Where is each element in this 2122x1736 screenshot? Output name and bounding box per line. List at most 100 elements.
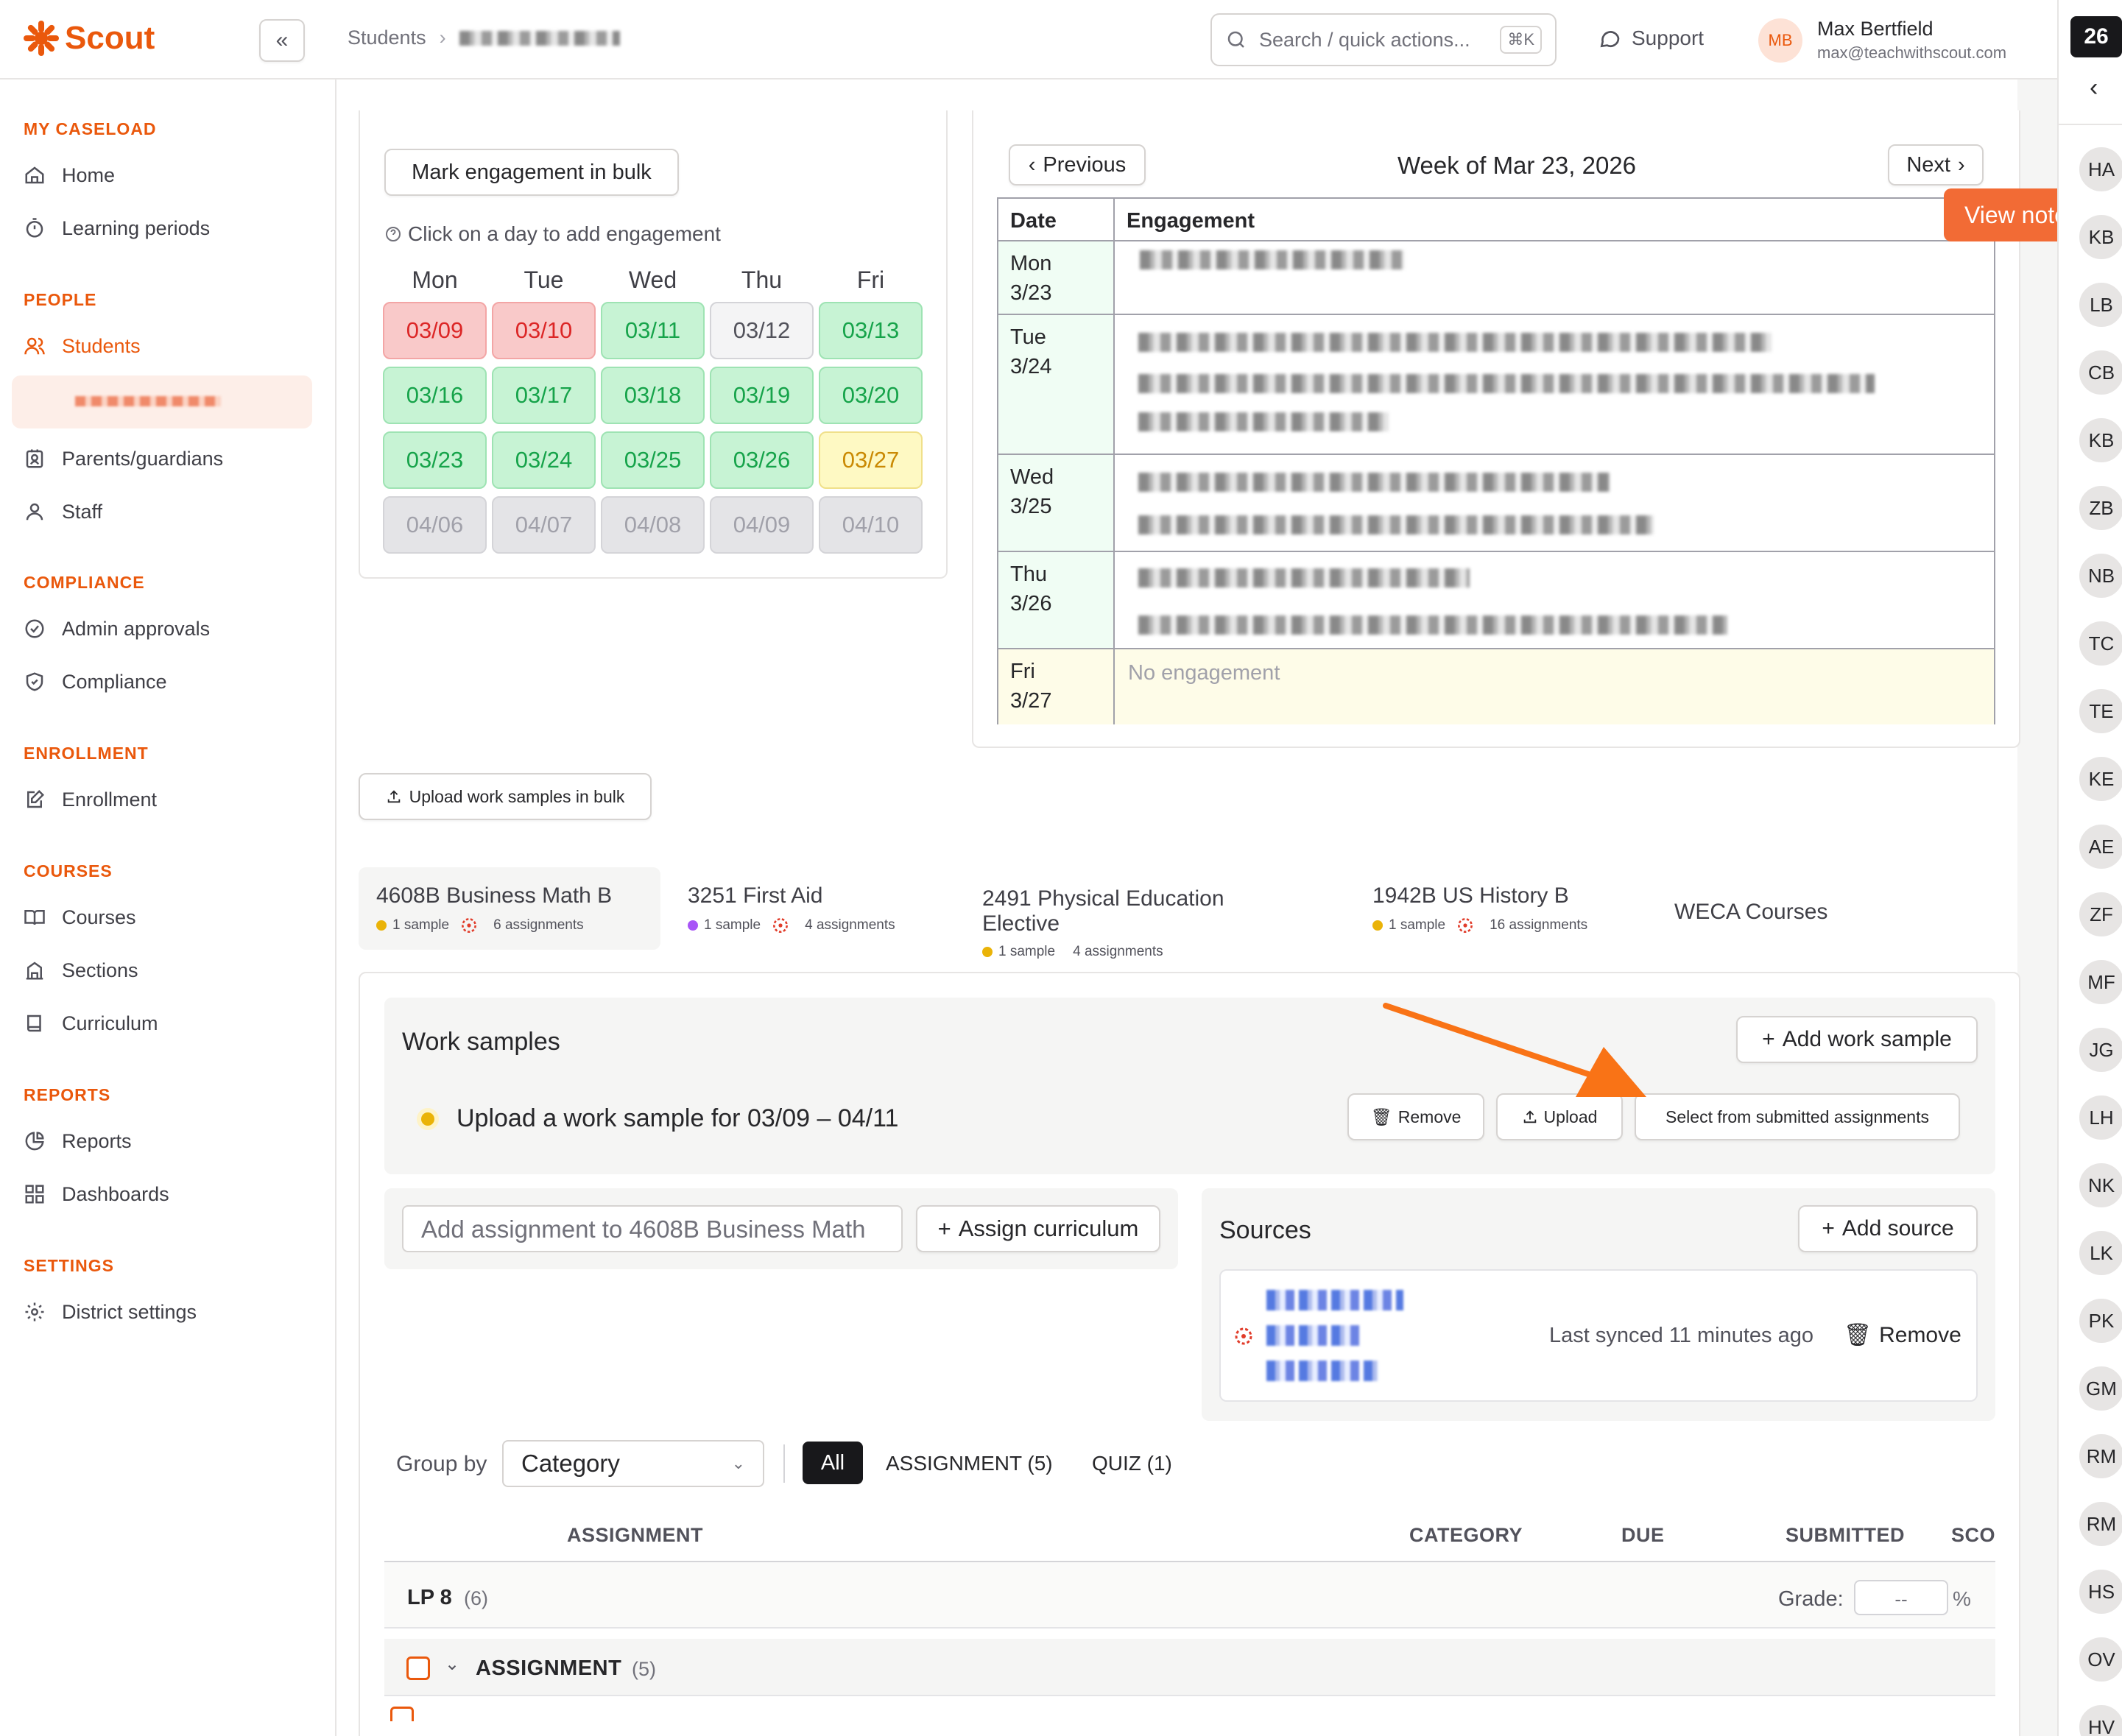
remove-source-button[interactable]: 🗑︎ Remove	[1844, 1322, 1961, 1348]
sidebar-item-staff[interactable]: Staff	[24, 497, 102, 526]
student-avatar[interactable]: HA	[2078, 146, 2122, 193]
column-assignment[interactable]: ASSIGNMENT	[567, 1524, 703, 1547]
filter-assignment-button[interactable]: ASSIGNMENT (5)	[886, 1452, 1053, 1475]
chevron-left-icon[interactable]: ‹	[2090, 74, 2098, 102]
calendar-day[interactable]: 03/23	[383, 431, 487, 489]
add-work-sample-button[interactable]: + Add work sample	[1736, 1016, 1978, 1063]
sidebar-item-parents-guardians[interactable]: Parents/guardians	[24, 444, 223, 473]
student-avatar[interactable]: LH	[2078, 1094, 2122, 1141]
student-avatar[interactable]: NK	[2078, 1162, 2122, 1209]
student-avatar[interactable]: RM	[2078, 1433, 2122, 1480]
student-avatar[interactable]: KB	[2078, 417, 2122, 464]
course-tab[interactable]: 3251 First Aid 1 sample 4 assignments	[670, 867, 950, 950]
breadcrumb-students[interactable]: Students	[348, 27, 426, 49]
course-tab[interactable]: 1942B US History B 1 sample 16 assignments	[1355, 867, 1635, 950]
sidebar-item-learning-periods[interactable]: Learning periods	[24, 214, 210, 243]
student-avatar[interactable]: AE	[2078, 823, 2122, 870]
help-circle-icon	[386, 227, 401, 241]
calendar-day[interactable]: 03/12	[710, 302, 814, 359]
calendar-day[interactable]: 04/10	[819, 496, 923, 554]
assign-curriculum-button[interactable]: + Assign curriculum	[916, 1205, 1160, 1252]
mark-engagement-bulk-button[interactable]: Mark engagement in bulk	[384, 149, 679, 196]
student-avatar[interactable]: CB	[2078, 349, 2122, 396]
student-avatar[interactable]: JG	[2078, 1026, 2122, 1073]
calendar-day[interactable]: 03/16	[383, 367, 487, 424]
calendar-day[interactable]: 03/13	[819, 302, 923, 359]
add-assignment-input[interactable]: Add assignment to 4608B Business Math	[402, 1205, 903, 1252]
column-category[interactable]: CATEGORY	[1409, 1524, 1523, 1547]
student-avatar[interactable]: LK	[2078, 1229, 2122, 1277]
upload-work-samples-bulk-button[interactable]: Upload work samples in bulk	[359, 773, 652, 820]
student-avatar[interactable]: KE	[2078, 755, 2122, 802]
student-avatar[interactable]: ZB	[2078, 484, 2122, 532]
sidebar-item-home[interactable]: Home	[24, 160, 115, 190]
student-avatar[interactable]: LB	[2078, 281, 2122, 328]
calendar-day[interactable]: 03/09	[383, 302, 487, 359]
sidebar-item-courses[interactable]: Courses	[24, 903, 136, 932]
calendar-day[interactable]: 03/20	[819, 367, 923, 424]
student-avatar[interactable]: MF	[2078, 959, 2122, 1006]
calendar-day[interactable]: 04/07	[492, 496, 596, 554]
calendar-day[interactable]: 03/17	[492, 367, 596, 424]
search-box[interactable]: Search / quick actions... ⌘K	[1210, 13, 1557, 66]
student-avatar[interactable]: TE	[2078, 688, 2122, 735]
select-submitted-assignments-button[interactable]: Select from submitted assignments	[1635, 1093, 1960, 1140]
sidebar-item-enrollment[interactable]: Enrollment	[24, 785, 157, 814]
sidebar-item-admin-approvals[interactable]: Admin approvals	[24, 614, 210, 643]
engagement-cell[interactable]	[1115, 552, 1994, 649]
filter-all-button[interactable]: All	[803, 1442, 863, 1484]
next-week-button[interactable]: Next ›	[1888, 144, 1984, 186]
calendar-day[interactable]: 04/06	[383, 496, 487, 554]
student-avatar[interactable]: HS	[2078, 1568, 2122, 1615]
sidebar-item-current-student[interactable]	[12, 375, 312, 428]
logo[interactable]: Scout	[22, 19, 155, 57]
calendar-day[interactable]: 03/26	[710, 431, 814, 489]
course-tab[interactable]: WECA Courses	[1657, 867, 1848, 950]
sidebar-item-sections[interactable]: Sections	[24, 956, 138, 985]
sidebar-item-district-settings[interactable]: District settings	[24, 1297, 197, 1327]
student-avatar[interactable]: OV	[2078, 1636, 2122, 1683]
user-menu[interactable]: MB Max Bertfield max@teachwithscout.com	[1758, 18, 2006, 63]
calendar-day[interactable]: 03/18	[601, 367, 705, 424]
student-avatar[interactable]: RM	[2078, 1500, 2122, 1548]
support-link[interactable]: Support	[1598, 27, 1704, 50]
add-source-button[interactable]: + Add source	[1798, 1205, 1978, 1252]
course-tab[interactable]: 2491 Physical Education Elective 1 sample…	[965, 867, 1318, 959]
source-name-redacted[interactable]	[1266, 1325, 1364, 1346]
select-all-checkbox[interactable]	[406, 1656, 430, 1680]
student-avatar[interactable]: ZF	[2078, 891, 2122, 938]
sidebar-item-students[interactable]: Students	[24, 331, 141, 361]
student-avatar[interactable]: KB	[2078, 214, 2122, 261]
sidebar-item-compliance[interactable]: Compliance	[24, 667, 167, 696]
calendar-day[interactable]: 04/09	[710, 496, 814, 554]
student-avatar[interactable]: GM	[2078, 1365, 2122, 1412]
student-avatar[interactable]: NB	[2078, 552, 2122, 599]
calendar-day[interactable]: 03/24	[492, 431, 596, 489]
grade-input[interactable]: --	[1854, 1580, 1948, 1615]
previous-week-button[interactable]: ‹ Previous	[1009, 144, 1146, 186]
sidebar-item-curriculum[interactable]: Curriculum	[24, 1009, 158, 1038]
filter-quiz-button[interactable]: QUIZ (1)	[1092, 1452, 1172, 1475]
source-name-redacted[interactable]	[1266, 1290, 1403, 1310]
source-name-redacted[interactable]	[1266, 1361, 1378, 1381]
calendar-day[interactable]: 03/25	[601, 431, 705, 489]
group-by-select[interactable]: Category ⌄	[502, 1440, 764, 1487]
column-submitted[interactable]: SUBMITTED	[1786, 1524, 1905, 1547]
student-avatar[interactable]: PK	[2078, 1297, 2122, 1344]
column-score[interactable]: SCO	[1951, 1524, 1995, 1547]
sidebar-item-dashboards[interactable]: Dashboards	[24, 1179, 169, 1209]
calendar-day[interactable]: 03/11	[601, 302, 705, 359]
column-due[interactable]: DUE	[1621, 1524, 1665, 1547]
calendar-day[interactable]: 03/19	[710, 367, 814, 424]
course-tab[interactable]: 4608B Business Math B 1 sample 6 assignmen…	[359, 867, 660, 950]
row-checkbox[interactable]	[390, 1707, 414, 1721]
calendar-day[interactable]: 03/10	[492, 302, 596, 359]
student-avatar[interactable]: TC	[2078, 620, 2122, 667]
engagement-cell[interactable]	[1115, 455, 1994, 552]
calendar-day[interactable]: 04/08	[601, 496, 705, 554]
chevron-down-icon[interactable]: ⌄	[445, 1654, 459, 1675]
collapse-sidebar-button[interactable]: «	[259, 19, 305, 62]
engagement-note-redacted	[1138, 473, 1610, 492]
calendar-day[interactable]: 03/27	[819, 431, 923, 489]
sidebar-item-reports[interactable]: Reports	[24, 1126, 132, 1156]
